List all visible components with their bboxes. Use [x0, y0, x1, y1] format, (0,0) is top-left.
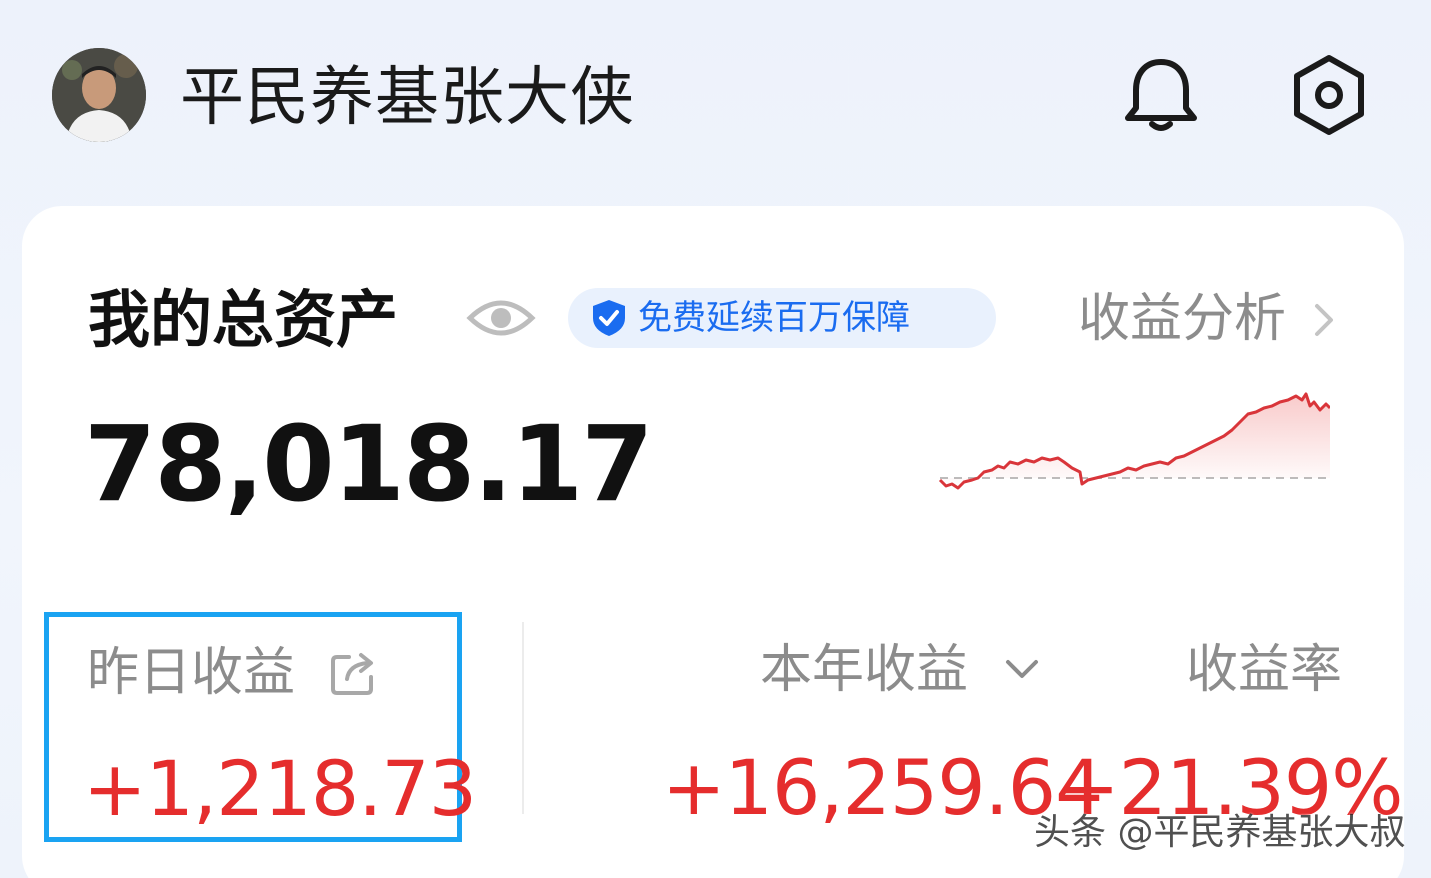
total-amount: 78,018.17 [84, 403, 654, 525]
asset-card: 我的总资产 免费延续百万保障 收益分析 78,018.17 昨日收益 +1,21… [22, 206, 1404, 878]
trend-sparkline[interactable] [938, 386, 1330, 498]
rate-label: 收益率 [1186, 640, 1343, 700]
yesterday-label: 昨日收益 [87, 643, 296, 703]
chevron-down-icon [1006, 660, 1038, 678]
bell-icon[interactable] [1118, 52, 1204, 138]
header: 平民养基张大侠 [0, 0, 1431, 200]
yesterday-value: +1,218.73 [83, 744, 477, 833]
year-earnings-selector[interactable]: 本年收益 [758, 636, 1058, 706]
analysis-link[interactable]: 收益分析 [1078, 284, 1348, 354]
avatar[interactable] [52, 48, 146, 142]
yesterday-earnings[interactable]: 昨日收益 +1,218.73 [44, 612, 477, 842]
guarantee-badge[interactable]: 免费延续百万保障 [568, 288, 996, 348]
year-label: 本年收益 [760, 640, 969, 700]
settings-icon[interactable] [1286, 52, 1372, 138]
share-icon[interactable] [329, 649, 377, 695]
chevron-right-icon [1315, 304, 1333, 336]
user-name: 平民养基张大侠 [180, 61, 635, 135]
shield-check-icon [593, 300, 625, 336]
eye-icon[interactable] [466, 288, 536, 348]
analysis-label: 收益分析 [1078, 289, 1287, 349]
sparkline-area [940, 394, 1330, 488]
guarantee-label: 免费延续百万保障 [638, 298, 910, 338]
watermark: 头条 @平民养基张大叔 [1034, 812, 1406, 853]
asset-title: 我的总资产 [88, 283, 399, 356]
divider [522, 622, 524, 814]
